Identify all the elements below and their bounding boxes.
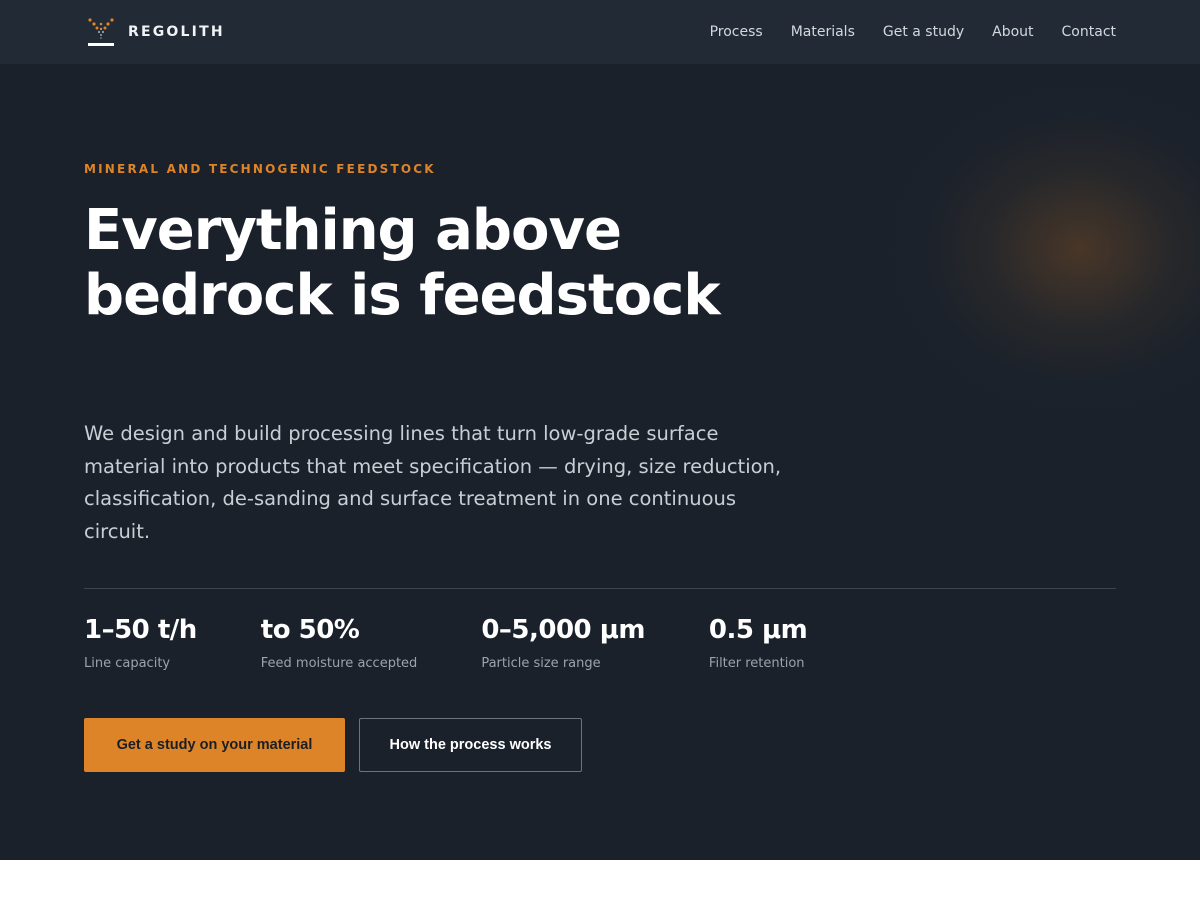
stat-value: 1–50 t/h	[84, 615, 197, 645]
brand-logo-link[interactable]: REGOLITH	[86, 17, 225, 47]
nav-link-materials[interactable]: Materials	[791, 24, 855, 40]
nav-link-contact[interactable]: Contact	[1062, 24, 1116, 40]
how-process-works-button[interactable]: How the process works	[359, 718, 582, 772]
hero-lead-text: We design and build processing lines tha…	[84, 422, 782, 543]
nav-link-get-a-study[interactable]: Get a study	[883, 24, 964, 40]
stat-value: 0–5,000 μm	[481, 615, 645, 645]
hero-headline: Everything above bedrock is feedstock	[84, 198, 721, 328]
nav-link-process[interactable]: Process	[710, 24, 763, 40]
stat-filter-retention: 0.5 μm Filter retention	[708, 614, 808, 671]
stat-feed-moisture: to 50% Feed moisture accepted	[261, 614, 418, 671]
stat-value: to 50%	[260, 615, 360, 645]
hero-section: MINERAL AND TECHNOGENIC FEEDSTOCK Everyt…	[0, 64, 1200, 860]
stat-line-capacity: 1–50 t/h Line capacity	[84, 614, 197, 671]
next-section-edge	[0, 860, 1200, 900]
main-nav: Process Materials Get a study About Cont…	[710, 24, 1116, 40]
stat-particle-size: 0–5,000 μm Particle size range	[481, 614, 645, 671]
nav-link-about[interactable]: About	[992, 24, 1033, 40]
top-navbar: REGOLITH Process Materials Get a study A…	[0, 0, 1200, 64]
hero-glow-decoration	[870, 69, 1200, 429]
brand-name: REGOLITH	[128, 24, 225, 40]
stats-row: 1–50 t/h Line capacity to 50% Feed moist…	[84, 614, 808, 671]
stat-value: 0.5 μm	[708, 615, 808, 645]
hero-eyebrow: MINERAL AND TECHNOGENIC FEEDSTOCK	[84, 162, 436, 176]
stat-label: Feed moisture accepted	[260, 656, 418, 671]
stat-label: Filter retention	[708, 656, 805, 671]
stat-label: Particle size range	[481, 656, 601, 671]
hero-actions: Get a study on your material How the pro…	[84, 718, 582, 772]
stats-divider	[84, 588, 1116, 589]
get-study-button[interactable]: Get a study on your material	[84, 718, 345, 772]
stat-label: Line capacity	[84, 656, 171, 671]
sieve-dots-icon	[88, 18, 114, 46]
